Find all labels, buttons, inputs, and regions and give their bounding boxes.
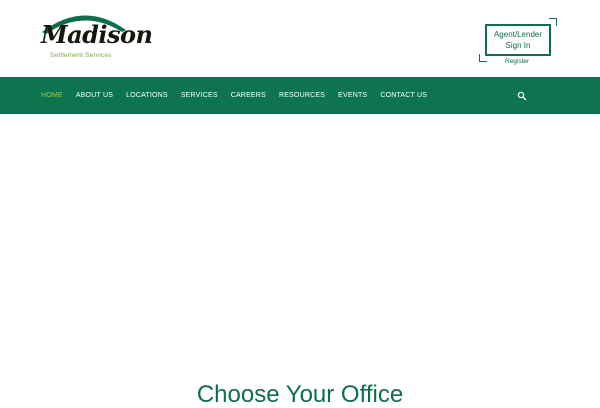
nav-item-contact-us[interactable]: CONTACT US xyxy=(380,92,427,99)
nav-item-careers[interactable]: CAREERS xyxy=(231,92,266,99)
logo-tagline: Settlement Services xyxy=(50,52,112,59)
nav-item-resources[interactable]: RESOURCES xyxy=(279,92,325,99)
corner-accent-top-right xyxy=(549,18,557,26)
signin-label-line2: Sign In xyxy=(505,41,531,50)
signin-label-line1: Agent/Lender xyxy=(493,30,543,39)
search-icon[interactable] xyxy=(517,91,527,101)
nav-item-home[interactable]: HOME xyxy=(41,92,63,99)
nav-item-events[interactable]: EVENTS xyxy=(338,92,367,99)
site-header: Madison Settlement Services Agent/Lender… xyxy=(0,0,600,77)
nav-item-services[interactable]: SERVICES xyxy=(181,92,218,99)
corner-accent-bottom-left xyxy=(479,54,487,62)
choose-office-heading: Choose Your Office xyxy=(196,381,404,408)
logo-wordmark: Madison xyxy=(41,20,153,49)
main-navigation: HOME ABOUT US LOCATIONS SERVICES CAREERS… xyxy=(0,77,600,114)
nav-menu: HOME ABOUT US LOCATIONS SERVICES CAREERS… xyxy=(41,77,440,114)
madison-logo[interactable]: Madison Settlement Services xyxy=(38,6,153,64)
nav-item-about-us[interactable]: ABOUT US xyxy=(76,92,113,99)
nav-item-locations[interactable]: LOCATIONS xyxy=(126,92,168,99)
hero-banner xyxy=(0,114,600,364)
agent-lender-signin-button[interactable]: Agent/Lender Sign In xyxy=(479,18,557,62)
register-link[interactable]: Register xyxy=(505,58,529,65)
